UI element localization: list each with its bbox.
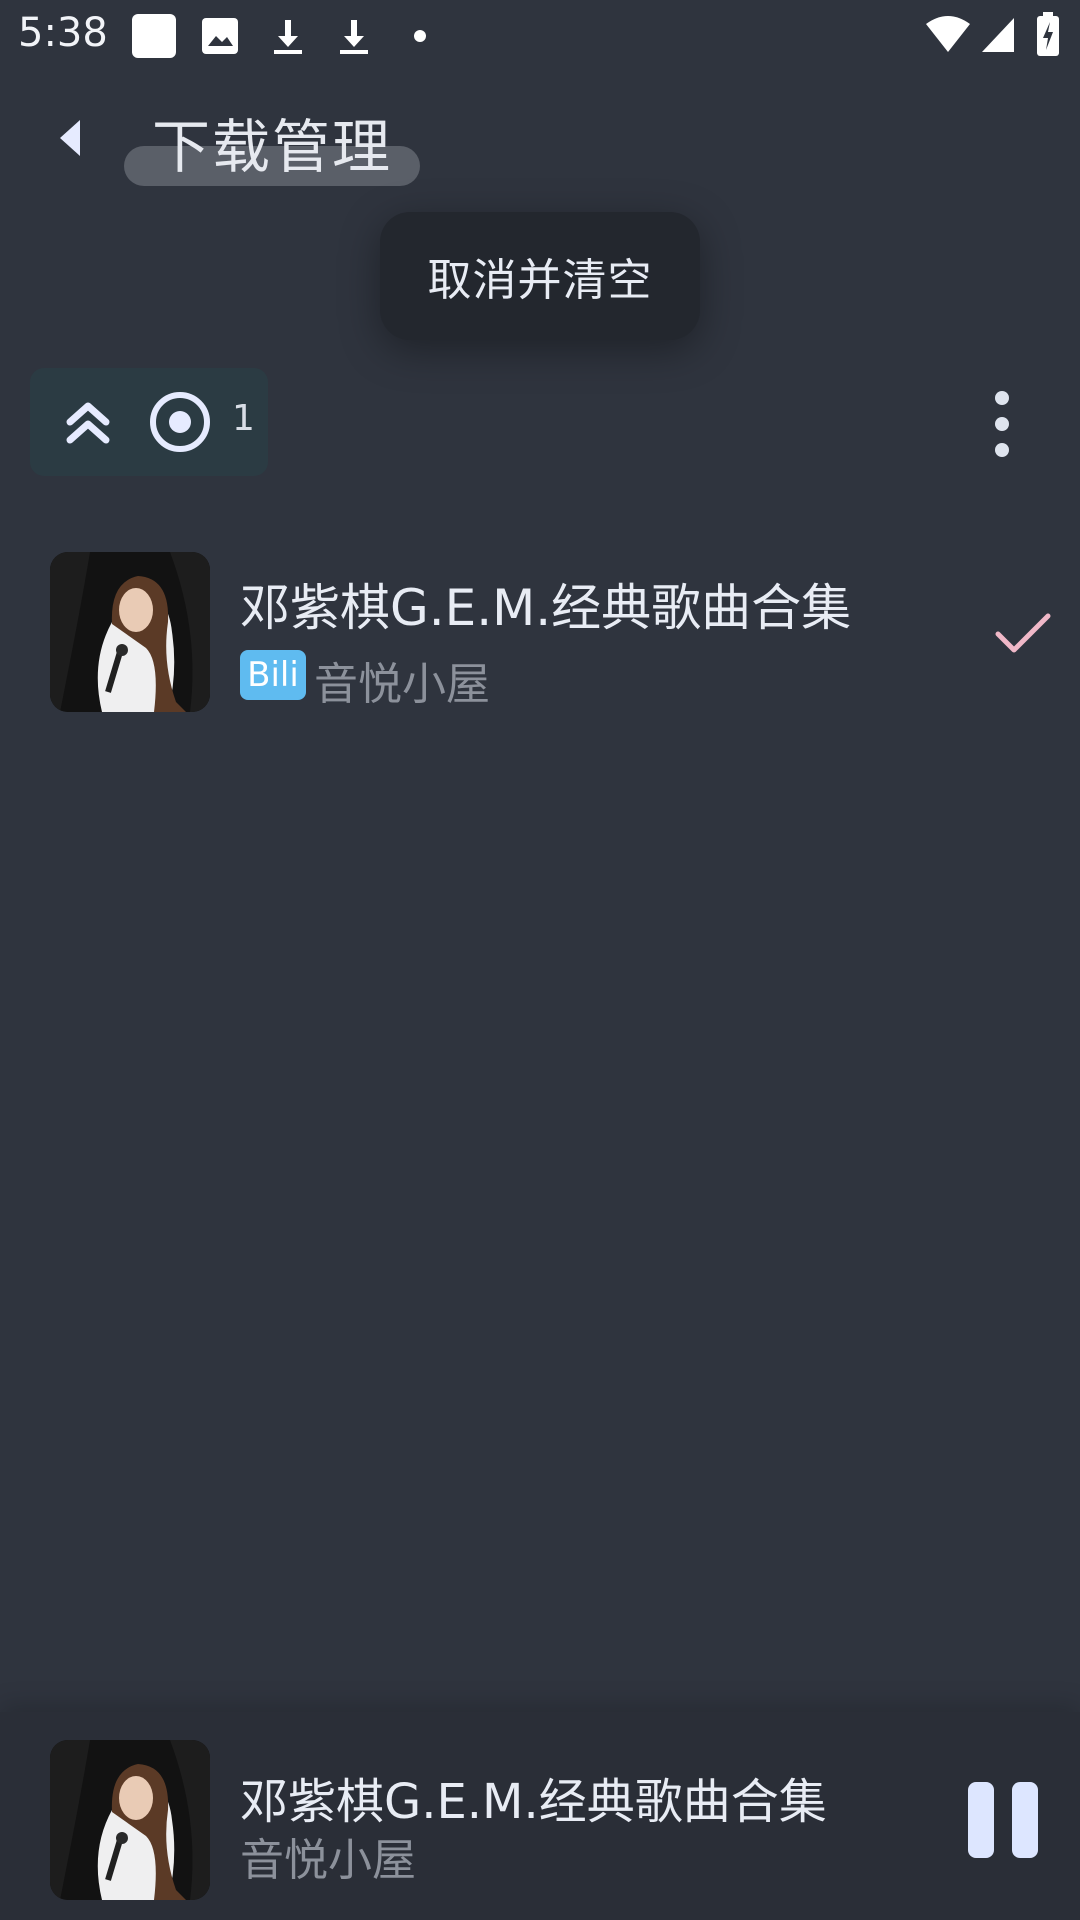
battery-charging-icon — [1037, 12, 1059, 56]
check-icon — [995, 613, 1051, 653]
cancel-and-clear-menu: 取消并清空 — [380, 212, 700, 340]
pause-bar-left — [968, 1782, 994, 1858]
signal-icon — [982, 18, 1014, 52]
dot-icon — [414, 30, 426, 42]
album-cover — [50, 552, 210, 712]
cancel-and-clear-option[interactable]: 取消并清空 — [428, 244, 653, 308]
more-vertical-icon[interactable] — [984, 388, 1020, 460]
pause-icon[interactable] — [968, 1782, 1038, 1858]
back-icon[interactable] — [52, 116, 88, 160]
download-title: 邓紫棋G.E.M.经典歌曲合集 — [240, 579, 852, 637]
source-badge: Bili — [240, 650, 306, 700]
player-album-cover-image — [50, 1740, 210, 1900]
double-chevron-up-icon[interactable] — [64, 398, 112, 448]
app-square-icon — [132, 14, 176, 58]
status-time: 5:38 — [18, 10, 108, 56]
download-icon — [340, 20, 368, 54]
download-icon — [274, 20, 302, 54]
image-icon — [202, 18, 238, 54]
download-manager-screen: 5:38 下载管理 取消并清空 1 邓紫棋G.E.M.经典歌曲合集 Bili 音… — [0, 0, 1080, 1920]
page-title: 下载管理 — [152, 113, 393, 181]
download-filter-chip[interactable]: 1 — [30, 368, 268, 476]
mini-player[interactable]: 邓紫棋G.E.M.经典歌曲合集 音悦小屋 — [0, 1712, 1080, 1920]
wifi-icon — [926, 16, 970, 52]
status-bar: 5:38 — [0, 0, 1080, 72]
player-album-cover — [50, 1740, 210, 1900]
player-artist: 音悦小屋 — [240, 1835, 416, 1886]
radio-icon[interactable] — [148, 390, 212, 454]
download-list-item[interactable]: 邓紫棋G.E.M.经典歌曲合集 Bili 音悦小屋 — [0, 540, 1080, 720]
download-author: 音悦小屋 — [314, 659, 490, 710]
pause-bar-right — [1012, 1782, 1038, 1858]
album-cover-image — [50, 552, 210, 712]
player-title: 邓紫棋G.E.M.经典歌曲合集 — [240, 1774, 827, 1830]
download-count: 1 — [232, 398, 255, 439]
